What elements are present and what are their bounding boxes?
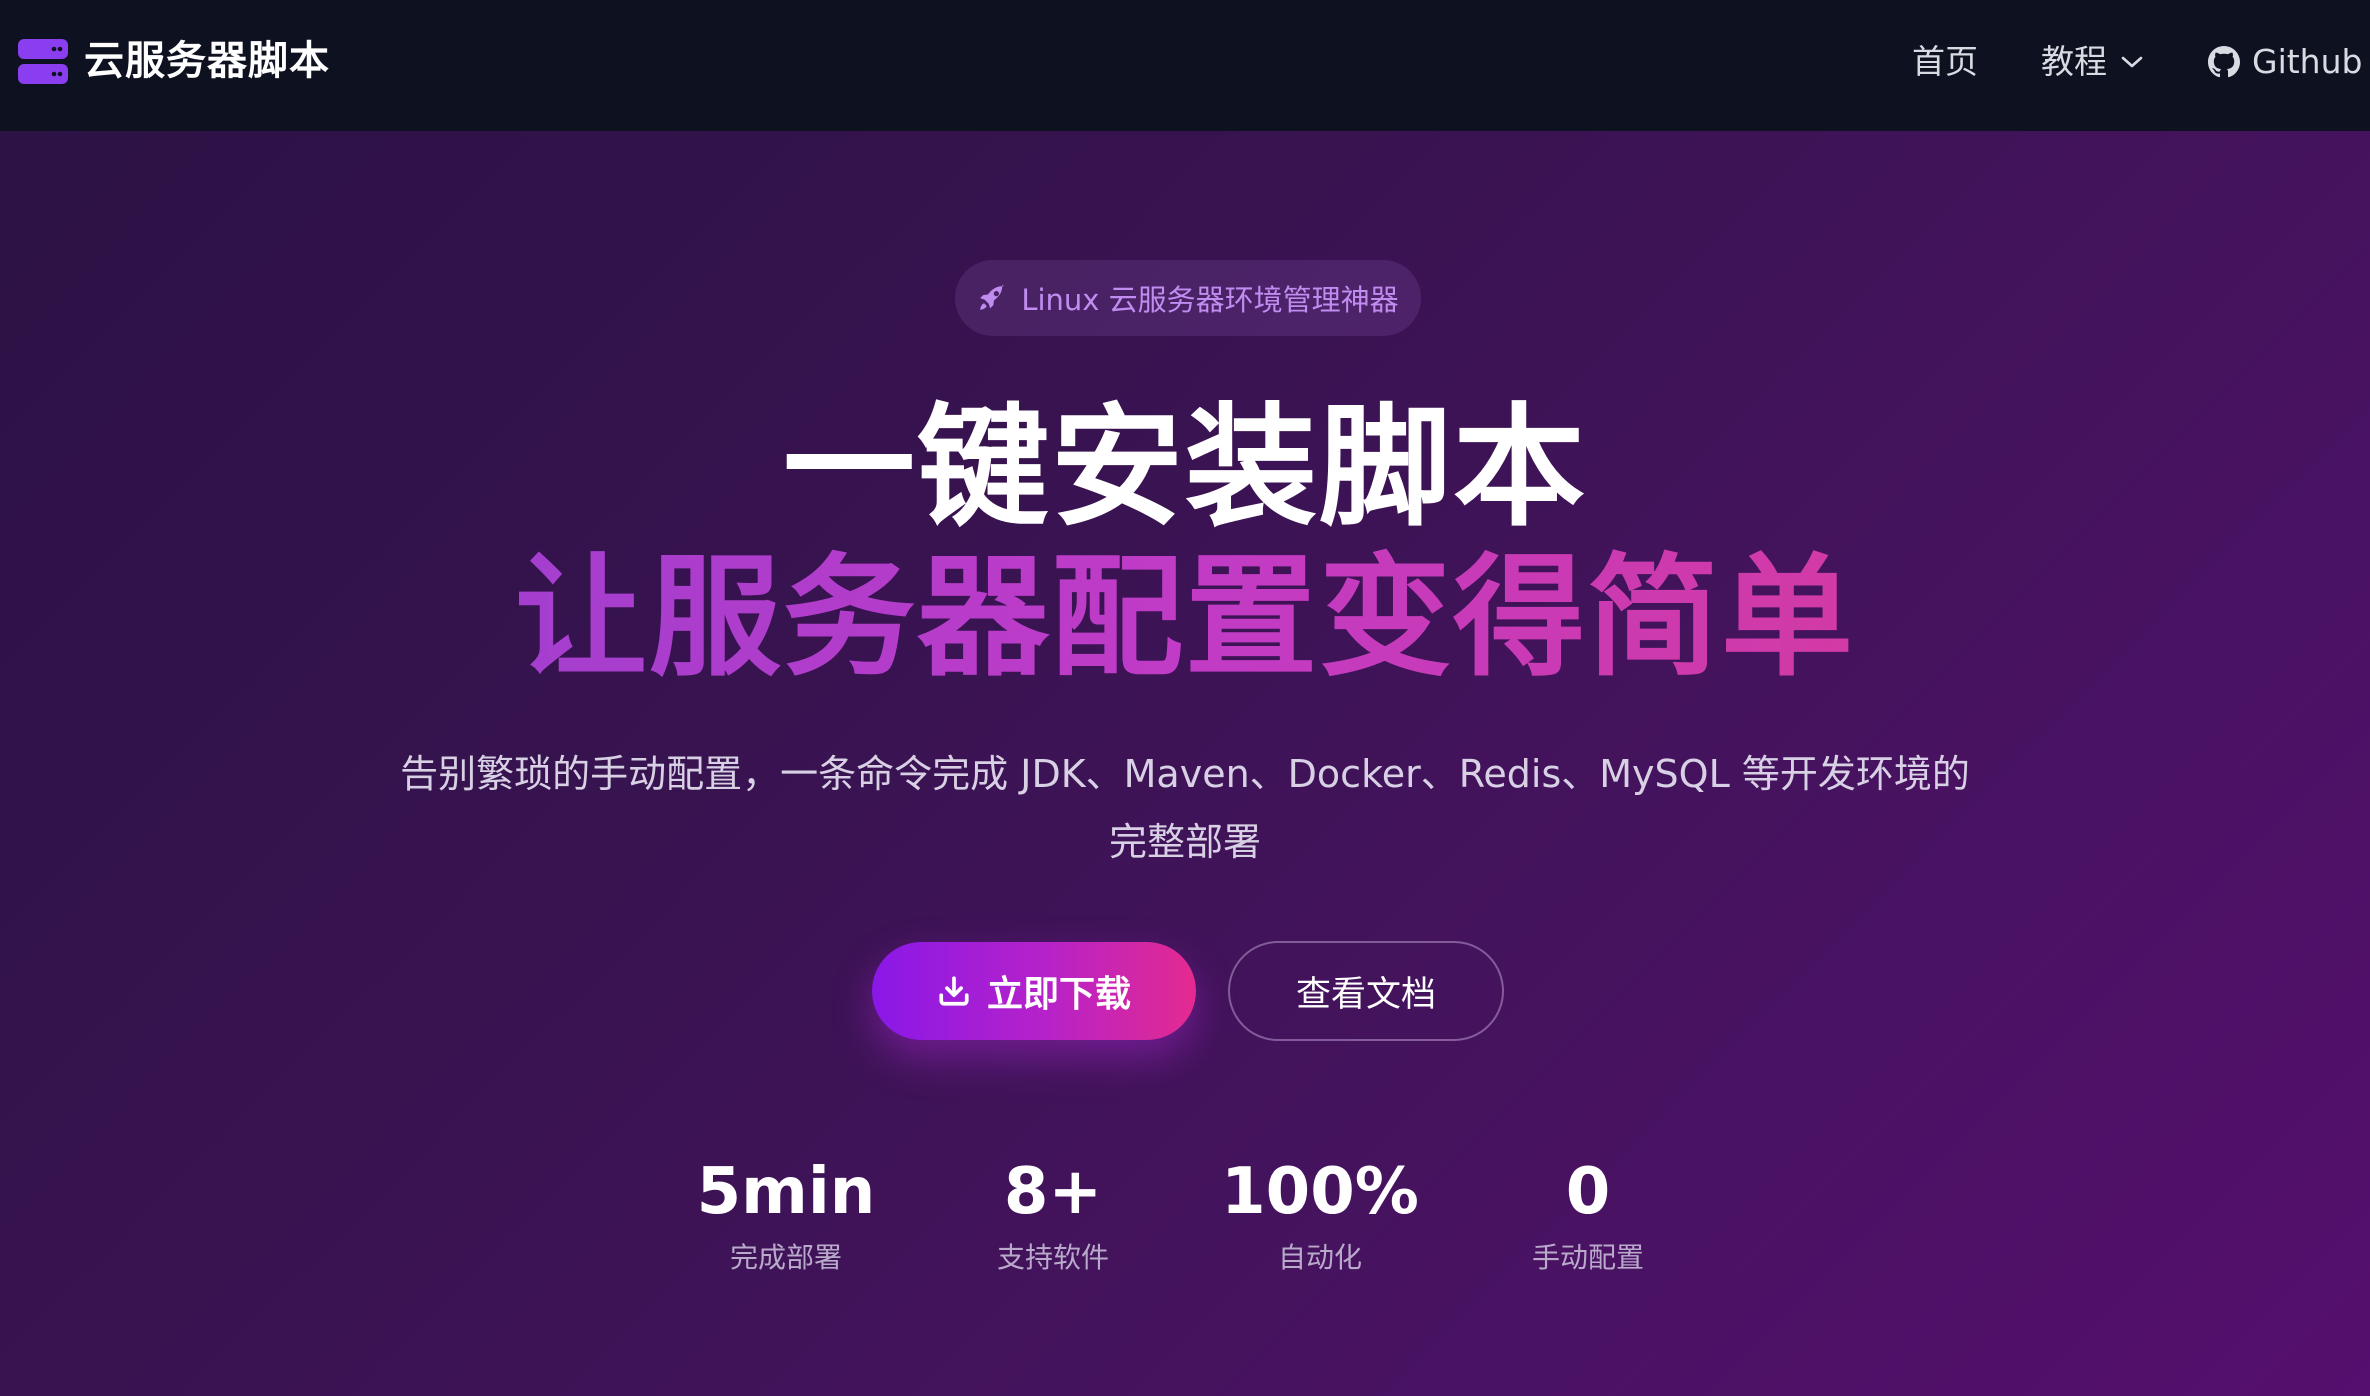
hero-badge: Linux 云服务器环境管理神器 <box>955 260 1421 336</box>
stat-value: 8+ <box>1003 1155 1103 1229</box>
stat-automation: 100% 自动化 <box>1200 1152 1440 1278</box>
stat-value: 0 <box>1565 1155 1611 1229</box>
top-navbar: 云服务器脚本 首页 教程 Github <box>0 0 2370 131</box>
view-docs-label: 查看文档 <box>1295 974 1436 1015</box>
stat-value: 5min <box>696 1155 876 1229</box>
hero-subtitle: 告别繁琐的手动配置，一条命令完成 JDK、Maven、Docker、Redis、… <box>400 752 1970 864</box>
rocket-icon <box>980 284 1005 310</box>
download-now-label: 立即下载 <box>986 974 1131 1015</box>
stat-deploy-time: 5min 完成部署 <box>666 1152 906 1278</box>
github-icon <box>2208 46 2240 78</box>
stat-label: 自动化 <box>1277 1241 1362 1274</box>
nav-tutorial-label: 教程 <box>2041 42 2107 81</box>
stat-supported-software: 8+ 支持软件 <box>933 1152 1173 1278</box>
hero-headline-primary: 一键安装脚本 <box>783 391 1587 545</box>
nav-item-github[interactable]: Github <box>2208 38 2362 86</box>
stat-value: 100% <box>1221 1155 1419 1229</box>
nav-item-tutorial[interactable]: 教程 <box>2041 38 2143 86</box>
chevron-down-icon <box>2121 56 2143 68</box>
view-docs-button[interactable]: 查看文档 <box>1228 941 1504 1041</box>
download-icon <box>939 976 969 1006</box>
page: 云服务器脚本 首页 教程 Github Linux 云服务器环境管理神器 一键安… <box>0 0 2370 1396</box>
brand-name[interactable]: 云服务器脚本 <box>84 36 330 86</box>
server-stack-icon[interactable] <box>18 39 68 85</box>
stat-label: 完成部署 <box>729 1241 842 1274</box>
nav-item-home[interactable]: 首页 <box>1912 38 1978 86</box>
stat-label: 支持软件 <box>996 1241 1109 1274</box>
nav-home-label: 首页 <box>1912 42 1978 81</box>
hero-headline-secondary-text: 让服务器配置变得简单 <box>515 541 1855 695</box>
hero-badge-text: Linux 云服务器环境管理神器 <box>1021 283 1399 317</box>
stat-label: 手动配置 <box>1531 1241 1644 1274</box>
nav-github-label: Github <box>2252 42 2363 81</box>
hero-headline-secondary: 让服务器配置变得简单 <box>0 548 2370 688</box>
stat-manual-config: 0 手动配置 <box>1468 1152 1708 1278</box>
download-now-button[interactable]: 立即下载 <box>872 942 1196 1040</box>
